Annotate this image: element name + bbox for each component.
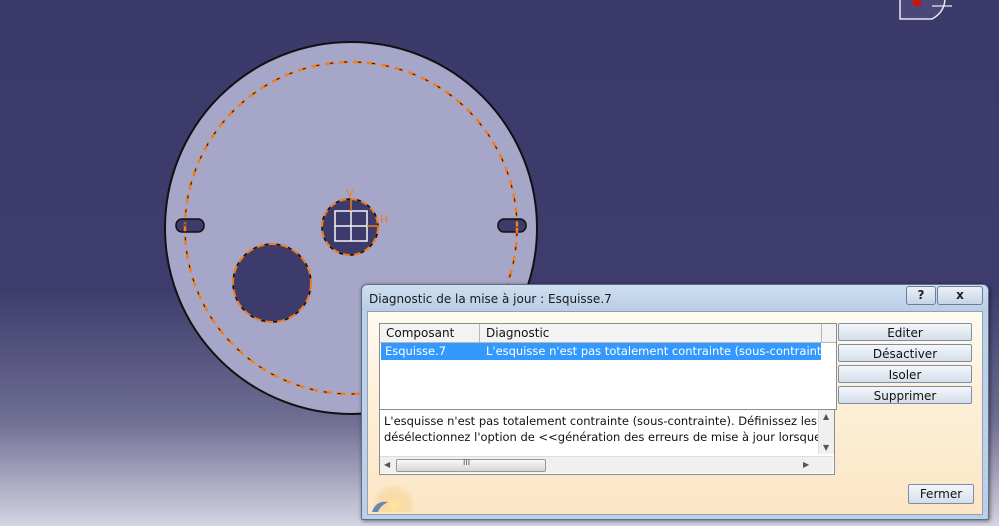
catia-logo-icon — [372, 484, 416, 512]
scrollbar-grip: III — [463, 458, 471, 467]
isolate-button[interactable]: Isoler — [838, 365, 972, 383]
update-diagnosis-dialog: Diagnostic de la mise à jour : Esquisse.… — [361, 284, 989, 520]
help-button[interactable]: ? — [906, 286, 936, 305]
dialog-titlebar[interactable]: Diagnostic de la mise à jour : Esquisse.… — [362, 285, 988, 311]
compass-icon[interactable] — [899, 0, 952, 20]
horizontal-scrollbar[interactable]: ◀ III ▶ — [380, 456, 833, 473]
deactivate-button[interactable]: Désactiver — [838, 344, 972, 362]
center-hole — [321, 198, 379, 256]
edit-button[interactable]: Editer — [838, 323, 972, 341]
row-component: Esquisse.7 — [385, 344, 447, 358]
table-row[interactable]: Esquisse.7 L'esquisse n'est pas totaleme… — [381, 343, 851, 360]
message-textbox[interactable]: L'esquisse n'est pas totalement contrain… — [379, 409, 835, 475]
scroll-right-icon[interactable]: ▶ — [803, 460, 809, 469]
scroll-left-icon[interactable]: ◀ — [384, 460, 390, 469]
diagnosis-table[interactable]: Composant Diagnostic Esquisse.7 L'esquis… — [379, 323, 851, 410]
scrollbar-thumb[interactable]: III — [396, 458, 546, 472]
vertical-scrollbar[interactable]: ▲ ▼ — [818, 410, 834, 454]
scroll-down-icon[interactable]: ▼ — [823, 443, 829, 452]
slot-left — [175, 218, 205, 233]
delete-button[interactable]: Supprimer — [838, 386, 972, 404]
close-window-button[interactable]: x — [937, 286, 983, 305]
column-header-diagnostic[interactable]: Diagnostic — [480, 324, 822, 342]
slot-right — [497, 218, 527, 233]
scroll-up-icon[interactable]: ▲ — [823, 412, 829, 421]
dialog-body: Composant Diagnostic Esquisse.7 L'esquis… — [367, 311, 983, 515]
row-diagnostic: L'esquisse n'est pas totalement contrain… — [486, 344, 852, 358]
dialog-title: Diagnostic de la mise à jour : Esquisse.… — [369, 292, 612, 306]
axis-v-label: V — [346, 187, 354, 200]
axis-h-label: H — [380, 213, 388, 226]
close-button[interactable]: Fermer — [908, 484, 974, 504]
message-line: L'esquisse n'est pas totalement contrain… — [384, 414, 835, 428]
table-header: Composant Diagnostic — [380, 324, 836, 343]
column-header-component[interactable]: Composant — [380, 324, 480, 342]
message-line: désélectionnez l'option de <<génération … — [384, 430, 835, 444]
